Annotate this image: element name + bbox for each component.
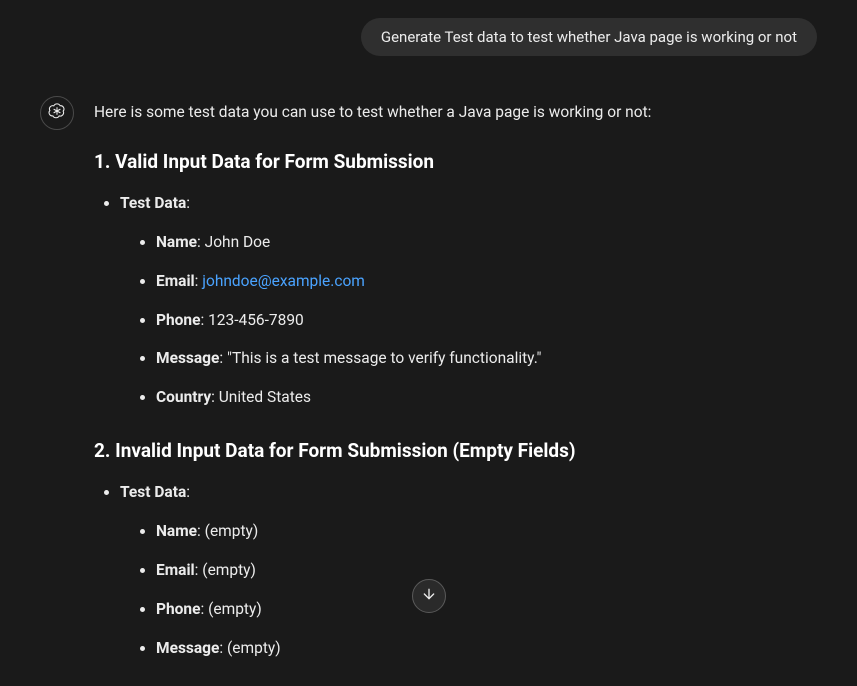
- list-item: Phone: 123-456-7890: [156, 308, 817, 333]
- section-title: Invalid Input Data for Form Submission (…: [115, 439, 575, 462]
- user-message-row: Generate Test data to test whether Java …: [0, 0, 857, 56]
- list-item: Email: (empty): [156, 558, 817, 583]
- field-label: Email: [156, 561, 195, 579]
- arrow-down-icon: [421, 586, 437, 606]
- openai-logo-icon: [48, 102, 66, 124]
- list-item: Name: (empty): [156, 519, 817, 544]
- list-item: Name: John Doe: [156, 230, 817, 255]
- field-value: (empty): [202, 561, 256, 579]
- email-link[interactable]: johndoe@example.com: [202, 272, 365, 290]
- field-value: "This is a test message to verify functi…: [227, 349, 541, 367]
- test-data-label: Test Data: [120, 194, 186, 212]
- field-value: (empty): [208, 600, 262, 618]
- section-heading-1: 1. Valid Input Data for Form Submission: [94, 147, 817, 177]
- colon: :: [186, 483, 190, 501]
- field-value: (empty): [227, 639, 281, 657]
- colon: :: [186, 194, 190, 212]
- field-value: John Doe: [205, 233, 271, 251]
- section-1-list: Test Data: Name: John Doe Email: johndoe…: [94, 191, 817, 410]
- section-2-list: Test Data: Name: (empty) Email: (empty) …: [94, 480, 817, 660]
- list-item: Email: johndoe@example.com: [156, 269, 817, 294]
- field-value: (empty): [205, 522, 259, 540]
- field-label: Message: [156, 349, 219, 367]
- field-label: Message: [156, 639, 219, 657]
- section-heading-2: 2. Invalid Input Data for Form Submissio…: [94, 436, 817, 466]
- field-value: United States: [219, 388, 311, 406]
- user-message-text: Generate Test data to test whether Java …: [381, 28, 797, 46]
- test-data-items: Name: John Doe Email: johndoe@example.co…: [120, 230, 817, 410]
- scroll-to-bottom-button[interactable]: [412, 579, 446, 613]
- field-label: Email: [156, 272, 195, 290]
- assistant-avatar: [40, 96, 74, 130]
- assistant-intro-text: Here is some test data you can use to te…: [94, 100, 817, 125]
- assistant-content: Here is some test data you can use to te…: [94, 96, 817, 686]
- section-number: 1.: [94, 150, 110, 173]
- field-label: Phone: [156, 600, 200, 618]
- list-item: Message: "This is a test message to veri…: [156, 346, 817, 371]
- field-value: 123-456-7890: [208, 311, 304, 329]
- user-message-bubble[interactable]: Generate Test data to test whether Java …: [361, 18, 817, 56]
- field-label: Country: [156, 388, 211, 406]
- field-label: Name: [156, 522, 197, 540]
- list-item: Test Data: Name: John Doe Email: johndoe…: [120, 191, 817, 410]
- field-label: Name: [156, 233, 197, 251]
- list-item: Message: (empty): [156, 636, 817, 661]
- list-item: Test Data: Name: (empty) Email: (empty) …: [120, 480, 817, 660]
- list-item: Phone: (empty): [156, 597, 817, 622]
- list-item: Country: United States: [156, 385, 817, 410]
- test-data-items: Name: (empty) Email: (empty) Phone: (emp…: [120, 519, 817, 660]
- field-label: Phone: [156, 311, 200, 329]
- section-number: 2.: [94, 439, 110, 462]
- test-data-label: Test Data: [120, 483, 186, 501]
- section-title: Valid Input Data for Form Submission: [115, 150, 434, 173]
